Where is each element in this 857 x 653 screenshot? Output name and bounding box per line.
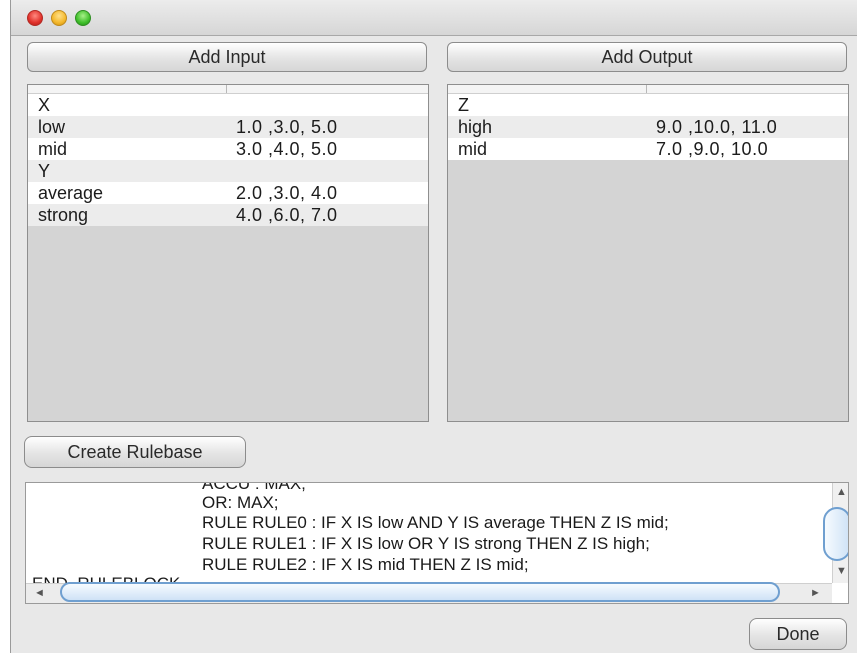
membership-values: 3.0 ,4.0, 5.0: [236, 139, 338, 159]
variable-name: X: [38, 95, 51, 115]
table-row[interactable]: high 9.0 ,10.0, 11.0: [448, 116, 848, 138]
scroll-up-icon[interactable]: ▲: [836, 486, 847, 498]
term-name: strong: [38, 205, 89, 225]
membership-values: 4.0 ,6.0, 7.0: [236, 205, 338, 225]
term-name: high: [458, 117, 493, 137]
membership-values: 1.0 ,3.0, 5.0: [236, 117, 338, 137]
scroll-right-icon[interactable]: ►: [810, 587, 821, 599]
minimize-window-icon[interactable]: [51, 10, 67, 26]
term-name: mid: [38, 139, 68, 159]
variable-name: Y: [38, 161, 51, 181]
term-name: low: [38, 117, 66, 137]
create-rulebase-button[interactable]: Create Rulebase: [24, 436, 246, 468]
title-bar: [11, 0, 857, 36]
membership-values: 2.0 ,3.0, 4.0: [236, 183, 338, 203]
term-name: mid: [458, 139, 488, 159]
scroll-down-icon[interactable]: ▼: [836, 565, 847, 577]
outputs-table-header: [448, 85, 848, 94]
add-input-button[interactable]: Add Input: [27, 42, 427, 72]
table-row[interactable]: low 1.0 ,3.0, 5.0: [28, 116, 428, 138]
table-row[interactable]: Z: [448, 94, 848, 116]
fuzzy-editor-window: Add Input Add Output X low 1.0 ,3.0, 5.0…: [10, 0, 857, 653]
membership-values: 9.0 ,10.0, 11.0: [656, 117, 778, 137]
done-button[interactable]: Done: [749, 618, 847, 650]
vertical-scrollbar[interactable]: ▲ ▼: [823, 483, 848, 583]
code-line: RULE RULE0 : IF X IS low AND Y IS averag…: [202, 513, 669, 532]
table-row[interactable]: average 2.0 ,3.0, 4.0: [28, 182, 428, 204]
rulebase-text-area[interactable]: ACCU : MAX; OR: MAX; RULE RULE0 : IF X I…: [25, 482, 849, 604]
table-row[interactable]: strong 4.0 ,6.0, 7.0: [28, 204, 428, 226]
table-row[interactable]: mid 3.0 ,4.0, 5.0: [28, 138, 428, 160]
add-output-button[interactable]: Add Output: [447, 42, 847, 72]
variable-name: Z: [458, 95, 469, 115]
code-line: OR: MAX;: [202, 493, 279, 512]
horizontal-scrollbar[interactable]: ◄ ►: [26, 582, 832, 603]
zoom-window-icon[interactable]: [75, 10, 91, 26]
outputs-table[interactable]: Z high 9.0 ,10.0, 11.0 mid 7.0 ,9.0, 10.…: [447, 84, 849, 422]
table-row[interactable]: Y: [28, 160, 428, 182]
membership-values: 7.0 ,9.0, 10.0: [656, 139, 769, 159]
table-row[interactable]: mid 7.0 ,9.0, 10.0: [448, 138, 848, 160]
inputs-table[interactable]: X low 1.0 ,3.0, 5.0 mid 3.0 ,4.0, 5.0 Y …: [27, 84, 429, 422]
code-line: RULE RULE2 : IF X IS mid THEN Z IS mid;: [202, 555, 529, 574]
scroll-left-icon[interactable]: ◄: [34, 587, 45, 599]
vertical-scroll-thumb[interactable]: [823, 507, 848, 561]
close-window-icon[interactable]: [27, 10, 43, 26]
horizontal-scroll-thumb[interactable]: [60, 582, 780, 602]
table-row[interactable]: X: [28, 94, 428, 116]
code-line: RULE RULE1 : IF X IS low OR Y IS strong …: [202, 534, 650, 553]
inputs-table-header: [28, 85, 428, 94]
term-name: average: [38, 183, 104, 203]
